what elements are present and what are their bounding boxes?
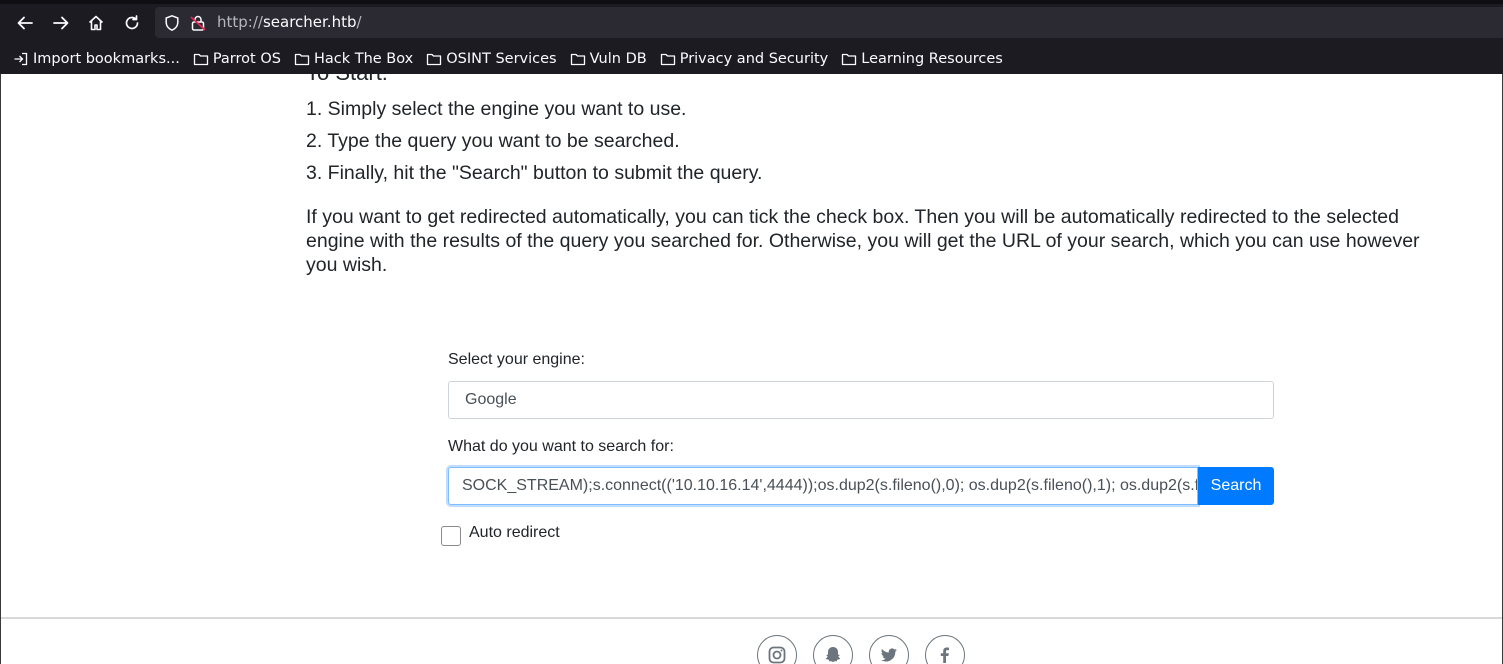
bookmark-vuln-db[interactable]: Vuln DB [570,51,647,67]
reload-button[interactable] [119,10,145,36]
query-label: What do you want to search for: [448,438,674,455]
bookmark-import[interactable]: Import bookmarks... [13,51,180,67]
bookmark-hack-the-box[interactable]: Hack The Box [294,51,413,67]
reload-icon [125,15,139,30]
folder-icon [842,53,857,66]
url-path: / [356,13,362,31]
facebook-link[interactable] [925,635,965,664]
folder-icon [294,53,310,66]
twitter-link[interactable] [869,635,909,664]
bookmark-label: Vuln DB [589,51,647,67]
instructions-paragraph: If you want to get redirected automatica… [306,206,1420,276]
instructions-steps: 1. Simply select the engine you want to … [306,93,762,189]
step-1: 1. Simply select the engine you want to … [306,98,687,120]
auto-redirect-label[interactable]: Auto redirect [469,524,560,542]
home-icon [88,15,104,31]
home-button[interactable] [83,10,109,36]
bookmark-privacy-security[interactable]: Privacy and Security [660,51,829,67]
folder-icon [660,53,675,66]
bookmark-label: Hack The Box [313,51,414,67]
folder-icon [193,53,208,66]
engine-select[interactable]: Google [448,381,1274,419]
bookmark-label: Privacy and Security [679,51,829,67]
search-button[interactable]: Search [1198,467,1274,505]
arrow-right-icon [53,16,69,30]
query-input-value: SOCK_STREAM);s.connect(('10.10.16.14',44… [462,477,1198,494]
bookmark-osint-services[interactable]: OSINT Services [426,51,557,67]
engine-label: Select your engine: [448,351,585,368]
url-host: searcher.htb [262,13,357,31]
step-3: 3. Finally, hit the "Search" button to s… [306,162,763,184]
bookmark-learning-resources[interactable]: Learning Resources [841,51,1003,67]
instagram-icon [768,646,786,664]
snapchat-icon [825,647,841,662]
browser-chrome: http://searcher.htb/ Import bookmarks...… [0,0,1503,74]
arrow-left-icon [17,16,33,30]
bookmark-label: OSINT Services [446,51,557,67]
import-icon [14,52,28,66]
step-2: 2. Type the query you want to be searche… [306,130,680,152]
url-scheme: http:// [217,13,263,31]
insecure-lock-icon[interactable] [189,14,207,32]
auto-redirect-checkbox[interactable] [441,526,461,546]
bookmark-label: Learning Resources [861,51,1003,67]
url-text[interactable]: http://searcher.htb/ [217,13,362,31]
engine-select-value: Google [465,391,517,408]
url-bar[interactable]: http://searcher.htb/ [155,7,1503,38]
back-button[interactable] [12,10,38,36]
folder-icon [570,53,585,66]
footer-divider [1,617,1502,619]
snapchat-link[interactable] [813,635,853,664]
instructions-heading: To Start: [306,74,388,86]
bookmark-label: Import bookmarks... [33,51,180,67]
folder-icon [427,53,442,66]
twitter-icon [881,648,897,662]
bookmark-label: Parrot OS [212,51,281,67]
bookmark-parrot-os[interactable]: Parrot OS [193,51,281,67]
tab-strip-edge [0,0,1503,4]
shield-icon[interactable] [163,14,181,32]
bookmarks-toolbar: Import bookmarks... Parrot OS Hack The B… [0,44,1503,74]
query-input[interactable]: SOCK_STREAM);s.connect(('10.10.16.14',44… [448,467,1198,505]
facebook-icon [940,647,949,663]
instagram-link[interactable] [757,635,797,664]
forward-button[interactable] [48,10,74,36]
page-content: To Start: 1. Simply select the engine yo… [0,74,1503,664]
